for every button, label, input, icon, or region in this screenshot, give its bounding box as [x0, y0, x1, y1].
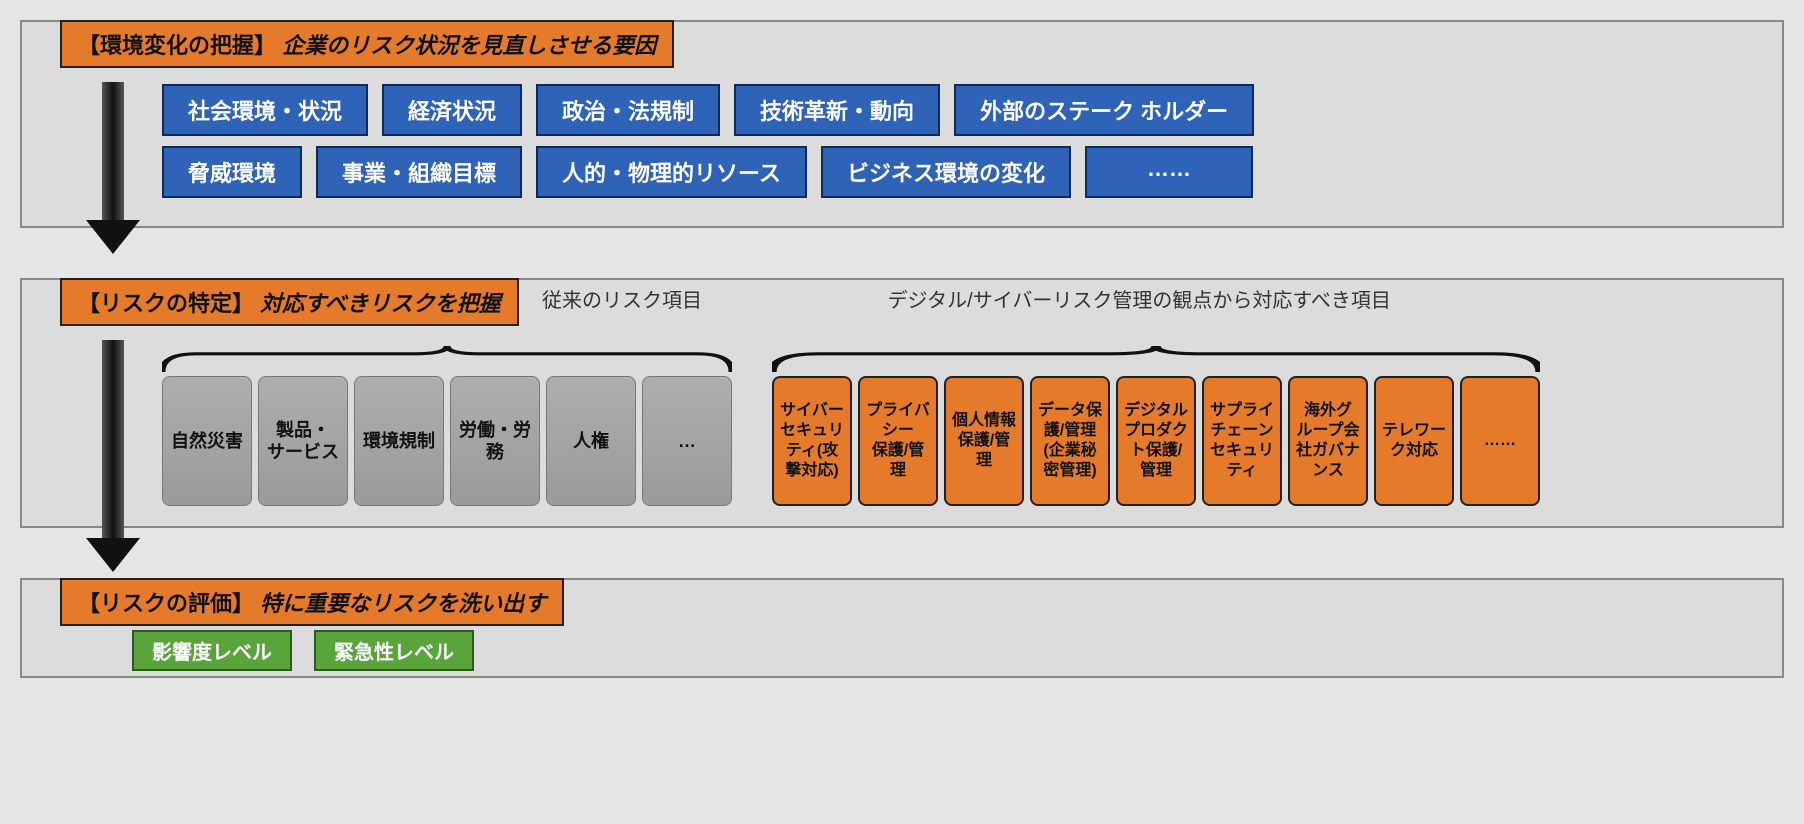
env-desc: 企業のリスク状況を見直しさせる要因 [282, 33, 656, 58]
section-environment-header: 【環境変化の把握】 企業のリスク状況を見直しさせる要因 [60, 20, 674, 68]
risk-card: 海外グループ会社ガバナンス [1288, 376, 1368, 506]
urgency-level-tag: 緊急性レベル [314, 630, 474, 671]
risk-sublabels: 従来のリスク項目 デジタル/サイバーリスク管理の観点から対応すべき項目 [542, 284, 1391, 313]
risk-card: サプライチェーンセキュリティ [1202, 376, 1282, 506]
env-title: 【環境変化の把握】 [78, 33, 276, 58]
sublabel-conventional: 従来のリスク項目 [542, 290, 702, 312]
risk-card: 人権 [546, 376, 636, 506]
risk-card: 自然災害 [162, 376, 252, 506]
risk-body: 自然災害 製品・サービス 環境規制 労働・労務 人権 … サイバーセキュリティ(… [162, 346, 1764, 506]
env-tag: 社会環境・状況 [162, 84, 368, 136]
flow-arrow-1 [92, 82, 134, 242]
env-rows: 社会環境・状況 経済状況 政治・法規制 技術革新・動向 外部のステーク ホルダー… [162, 84, 1764, 198]
risk-card: 個人情報保護/管理 [944, 376, 1024, 506]
env-tag: 事業・組織目標 [316, 146, 522, 198]
conventional-cards: 自然災害 製品・サービス 環境規制 労働・労務 人権 … [162, 376, 732, 506]
impact-level-tag: 影響度レベル [132, 630, 292, 671]
env-tag: 脅威環境 [162, 146, 302, 198]
brace-icon [772, 346, 1540, 372]
risk-card: サイバーセキュリティ(攻撃対応) [772, 376, 852, 506]
eval-title: 【リスクの評価】 [78, 591, 254, 616]
env-tag: 外部のステーク ホルダー [954, 84, 1254, 136]
risk-card: デジタルプロダクト保護/管理 [1116, 376, 1196, 506]
eval-tags: 影響度レベル 緊急性レベル [132, 630, 474, 671]
conventional-group: 自然災害 製品・サービス 環境規制 労働・労務 人権 … [162, 346, 732, 506]
brace-icon [162, 346, 732, 372]
env-tag: …… [1085, 146, 1253, 198]
section-environment: 【環境変化の把握】 企業のリスク状況を見直しさせる要因 社会環境・状況 経済状況… [20, 20, 1784, 228]
section-identify-header: 【リスクの特定】 対応すべきリスクを把握 [60, 278, 519, 326]
section-identify: 【リスクの特定】 対応すべきリスクを把握 従来のリスク項目 デジタル/サイバーリ… [20, 278, 1784, 528]
digital-group: サイバーセキュリティ(攻撃対応) プライバシー保護/管理 個人情報保護/管理 デ… [772, 346, 1540, 506]
risk-card: 製品・サービス [258, 376, 348, 506]
section-evaluate-header: 【リスクの評価】 特に重要なリスクを洗い出す [60, 578, 564, 626]
risk-card: 労働・労務 [450, 376, 540, 506]
risk-card: テレワーク対応 [1374, 376, 1454, 506]
digital-cards: サイバーセキュリティ(攻撃対応) プライバシー保護/管理 個人情報保護/管理 デ… [772, 376, 1540, 506]
env-row-1: 社会環境・状況 経済状況 政治・法規制 技術革新・動向 外部のステーク ホルダー [162, 84, 1764, 136]
flow-arrow-2 [92, 340, 134, 500]
identify-title: 【リスクの特定】 [78, 291, 254, 316]
sublabel-digital: デジタル/サイバーリスク管理の観点から対応すべき項目 [888, 290, 1391, 312]
risk-card: 環境規制 [354, 376, 444, 506]
env-tag: 政治・法規制 [536, 84, 720, 136]
env-tag: 人的・物理的リソース [536, 146, 807, 198]
risk-card: …… [1460, 376, 1540, 506]
risk-card: プライバシー保護/管理 [858, 376, 938, 506]
env-row-2: 脅威環境 事業・組織目標 人的・物理的リソース ビジネス環境の変化 …… [162, 146, 1764, 198]
section-evaluate: 【リスクの評価】 特に重要なリスクを洗い出す 影響度レベル 緊急性レベル [20, 578, 1784, 678]
identify-desc: 対応すべきリスクを把握 [260, 291, 500, 316]
risk-card: データ保護/管理(企業秘密管理) [1030, 376, 1110, 506]
env-tag: ビジネス環境の変化 [821, 146, 1071, 198]
eval-desc: 特に重要なリスクを洗い出す [260, 591, 546, 616]
risk-card: … [642, 376, 732, 506]
env-tag: 経済状況 [382, 84, 522, 136]
env-tag: 技術革新・動向 [734, 84, 940, 136]
